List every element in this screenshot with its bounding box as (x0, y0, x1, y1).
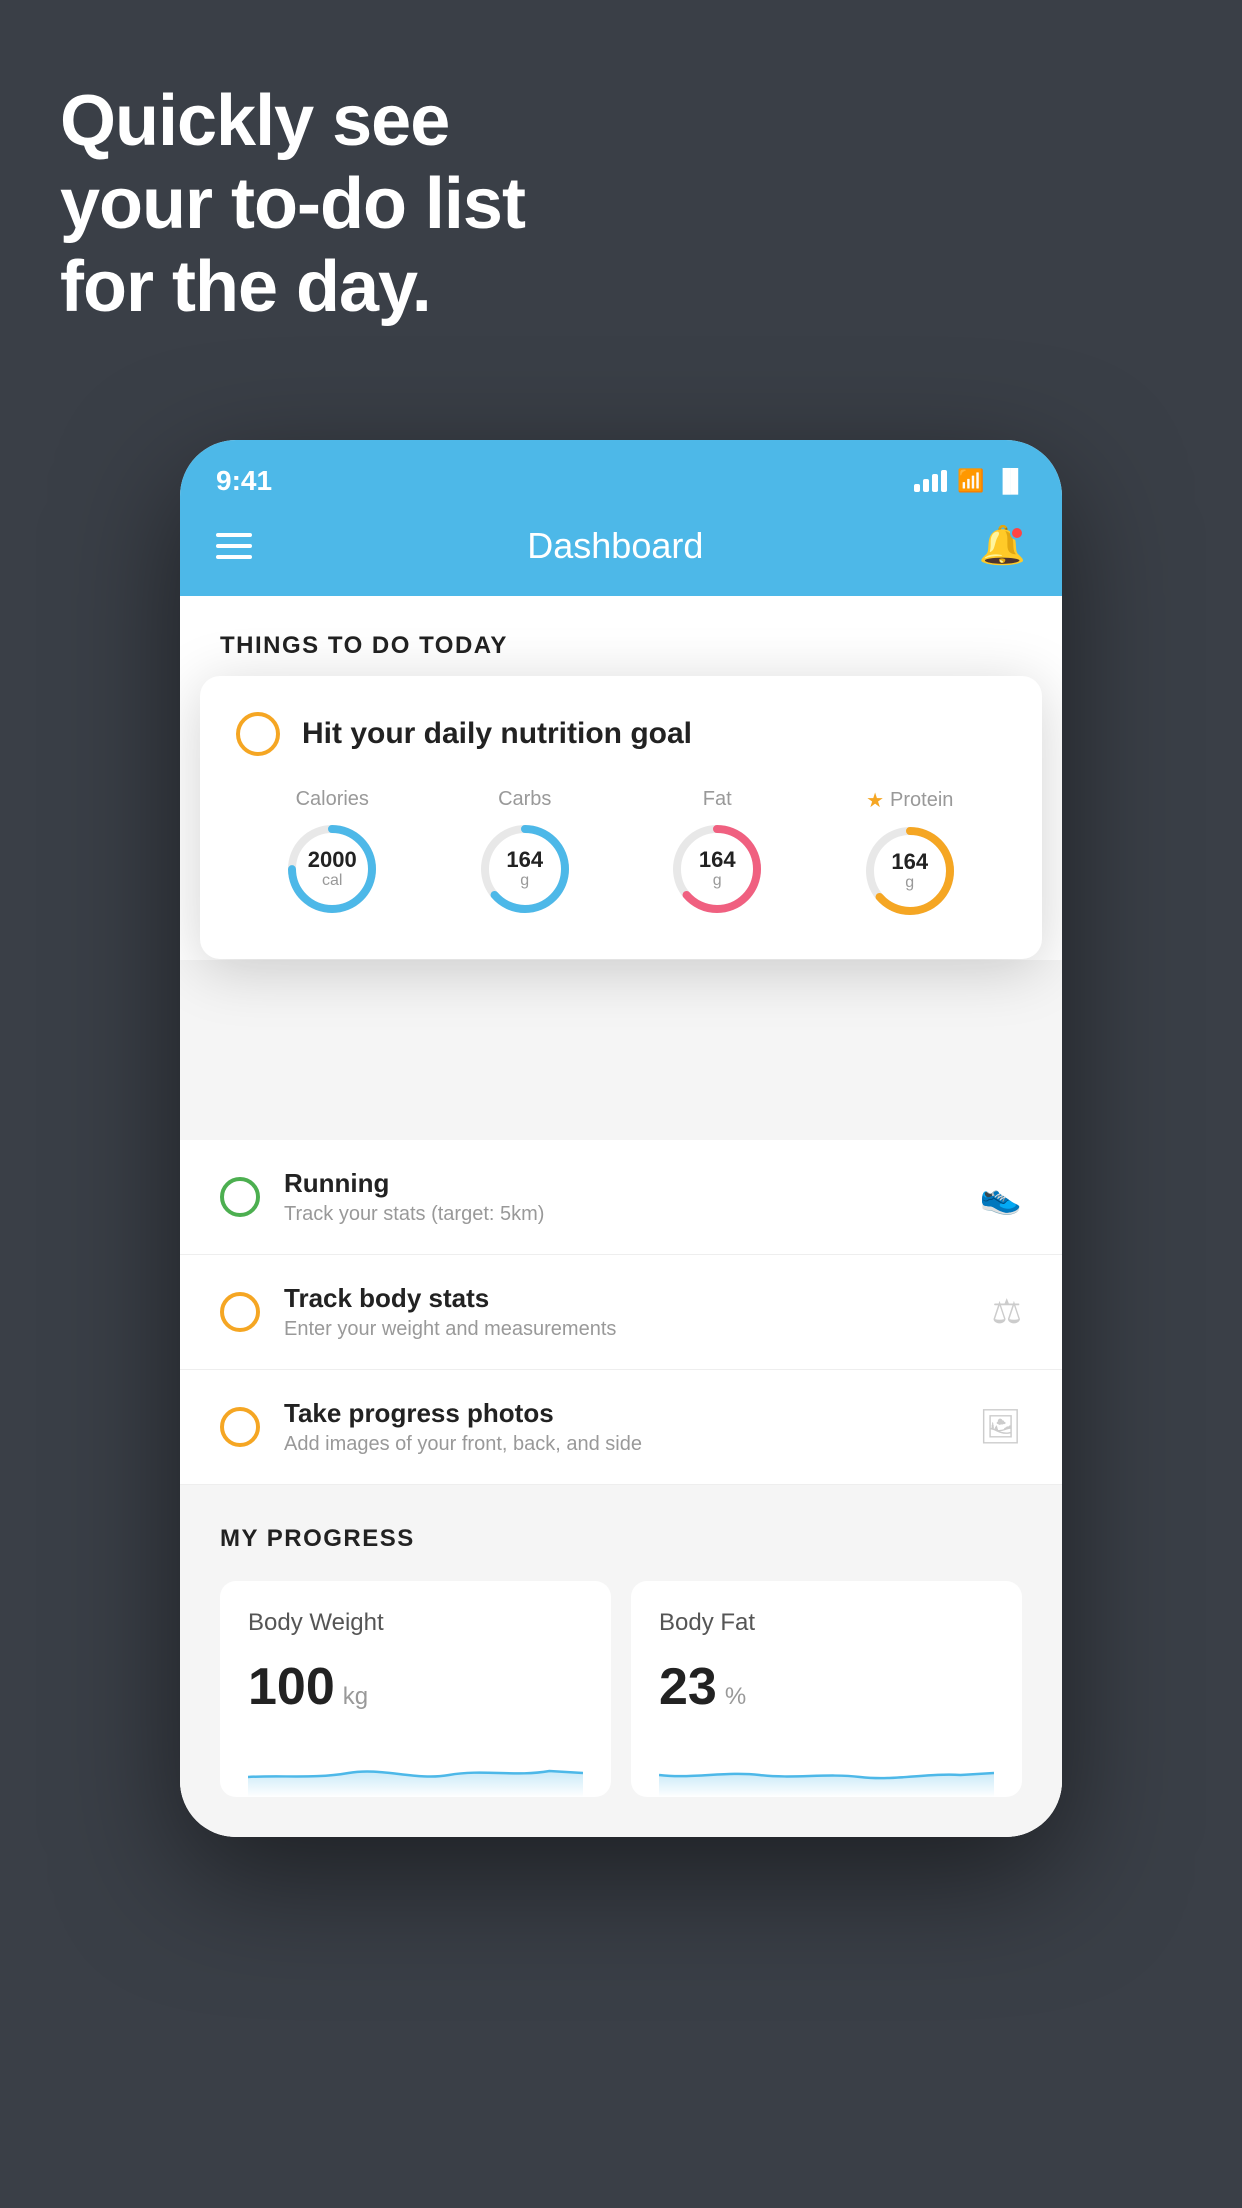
nutrition-fat[interactable]: Fat 164 g (669, 788, 765, 917)
hamburger-line-3 (216, 555, 252, 559)
nutrition-calories[interactable]: Calories 2000 cal (284, 788, 380, 917)
things-wrapper: THINGS TO DO TODAY Hit your daily nutrit… (180, 596, 1062, 960)
nutrition-carbs[interactable]: Carbs 164 g (477, 788, 573, 917)
body-fat-unit: % (725, 1683, 746, 1711)
fat-ring: 164 g (669, 821, 765, 917)
progress-cards: Body Weight 100 kg (220, 1581, 1022, 1837)
fat-value: 164 g (699, 848, 736, 890)
task-text-running: Running Track your stats (target: 5km) (284, 1168, 956, 1226)
body-fat-chart (659, 1737, 994, 1797)
hamburger-menu-button[interactable] (216, 533, 252, 559)
body-weight-value-row: 100 kg (248, 1657, 583, 1717)
fat-label: Fat (703, 788, 732, 811)
phone-shell: 9:41 📶 ▐▌ Dashboard 🔔 (180, 440, 1062, 1837)
task-text-bodystats: Track body stats Enter your weight and m… (284, 1283, 968, 1341)
nutrition-protein[interactable]: ★Protein 164 g (862, 788, 958, 919)
protein-ring: 164 g (862, 823, 958, 919)
progress-section-title: MY PROGRESS (220, 1525, 1022, 1553)
body-weight-unit: kg (343, 1683, 368, 1711)
signal-icon (914, 470, 947, 492)
nutrition-card-title: Hit your daily nutrition goal (302, 717, 692, 751)
body-fat-title: Body Fat (659, 1609, 994, 1637)
task-item-photos[interactable]: Take progress photos Add images of your … (180, 1370, 1062, 1485)
body-weight-title: Body Weight (248, 1609, 583, 1637)
calories-value: 2000 cal (308, 848, 357, 890)
phone-content: THINGS TO DO TODAY Hit your daily nutrit… (180, 596, 1062, 1837)
notification-button[interactable]: 🔔 (979, 524, 1026, 568)
app-header: Dashboard 🔔 (180, 504, 1062, 596)
body-fat-number: 23 (659, 1657, 717, 1717)
hero-line3: for the day. (60, 246, 525, 329)
protein-value: 164 g (891, 850, 928, 892)
star-icon: ★ (866, 788, 884, 813)
protein-label: ★Protein (866, 788, 953, 813)
hero-text: Quickly see your to-do list for the day. (60, 80, 525, 328)
task-list: Running Track your stats (target: 5km) 👟… (180, 1140, 1062, 1485)
task-desc-bodystats: Enter your weight and measurements (284, 1318, 968, 1341)
task-item-bodystats[interactable]: Track body stats Enter your weight and m… (180, 1255, 1062, 1370)
task-desc-running: Track your stats (target: 5km) (284, 1203, 956, 1226)
progress-section: MY PROGRESS Body Weight 100 kg (180, 1485, 1062, 1837)
header-title: Dashboard (527, 525, 703, 567)
nutrition-grid: Calories 2000 cal (236, 788, 1006, 919)
battery-icon: ▐▌ (995, 468, 1026, 494)
carbs-value: 164 g (506, 848, 543, 890)
task-name-bodystats: Track body stats (284, 1283, 968, 1314)
task-item-running[interactable]: Running Track your stats (target: 5km) 👟 (180, 1140, 1062, 1255)
nutrition-card: Hit your daily nutrition goal Calories (200, 676, 1042, 959)
card-header: Hit your daily nutrition goal (236, 712, 1006, 756)
calories-ring: 2000 cal (284, 821, 380, 917)
status-time: 9:41 (216, 465, 272, 497)
status-icons: 📶 ▐▌ (914, 468, 1026, 494)
task-circle-running (220, 1177, 260, 1217)
carbs-label: Carbs (498, 788, 551, 811)
body-weight-chart (248, 1737, 583, 1797)
running-icon: 👟 (980, 1177, 1022, 1217)
things-section-title: THINGS TO DO TODAY (220, 632, 1022, 660)
body-weight-number: 100 (248, 1657, 335, 1717)
calories-label: Calories (296, 788, 369, 811)
carbs-ring: 164 g (477, 821, 573, 917)
wifi-icon: 📶 (957, 468, 984, 494)
task-desc-photos: Add images of your front, back, and side (284, 1433, 955, 1456)
body-fat-value-row: 23 % (659, 1657, 994, 1717)
notification-badge (1010, 526, 1024, 540)
task-name-running: Running (284, 1168, 956, 1199)
photo-person-icon: 🖼 (979, 1407, 1022, 1447)
task-circle-photos (220, 1407, 260, 1447)
hamburger-line-2 (216, 544, 252, 548)
hamburger-line-1 (216, 533, 252, 537)
task-name-photos: Take progress photos (284, 1398, 955, 1429)
task-check-circle[interactable] (236, 712, 280, 756)
body-weight-card[interactable]: Body Weight 100 kg (220, 1581, 611, 1797)
task-text-photos: Take progress photos Add images of your … (284, 1398, 955, 1456)
body-fat-card[interactable]: Body Fat 23 % (631, 1581, 1022, 1797)
scale-icon: ⚖ (992, 1292, 1022, 1332)
hero-line1: Quickly see (60, 80, 525, 163)
hero-line2: your to-do list (60, 163, 525, 246)
status-bar: 9:41 📶 ▐▌ (180, 440, 1062, 504)
task-circle-bodystats (220, 1292, 260, 1332)
